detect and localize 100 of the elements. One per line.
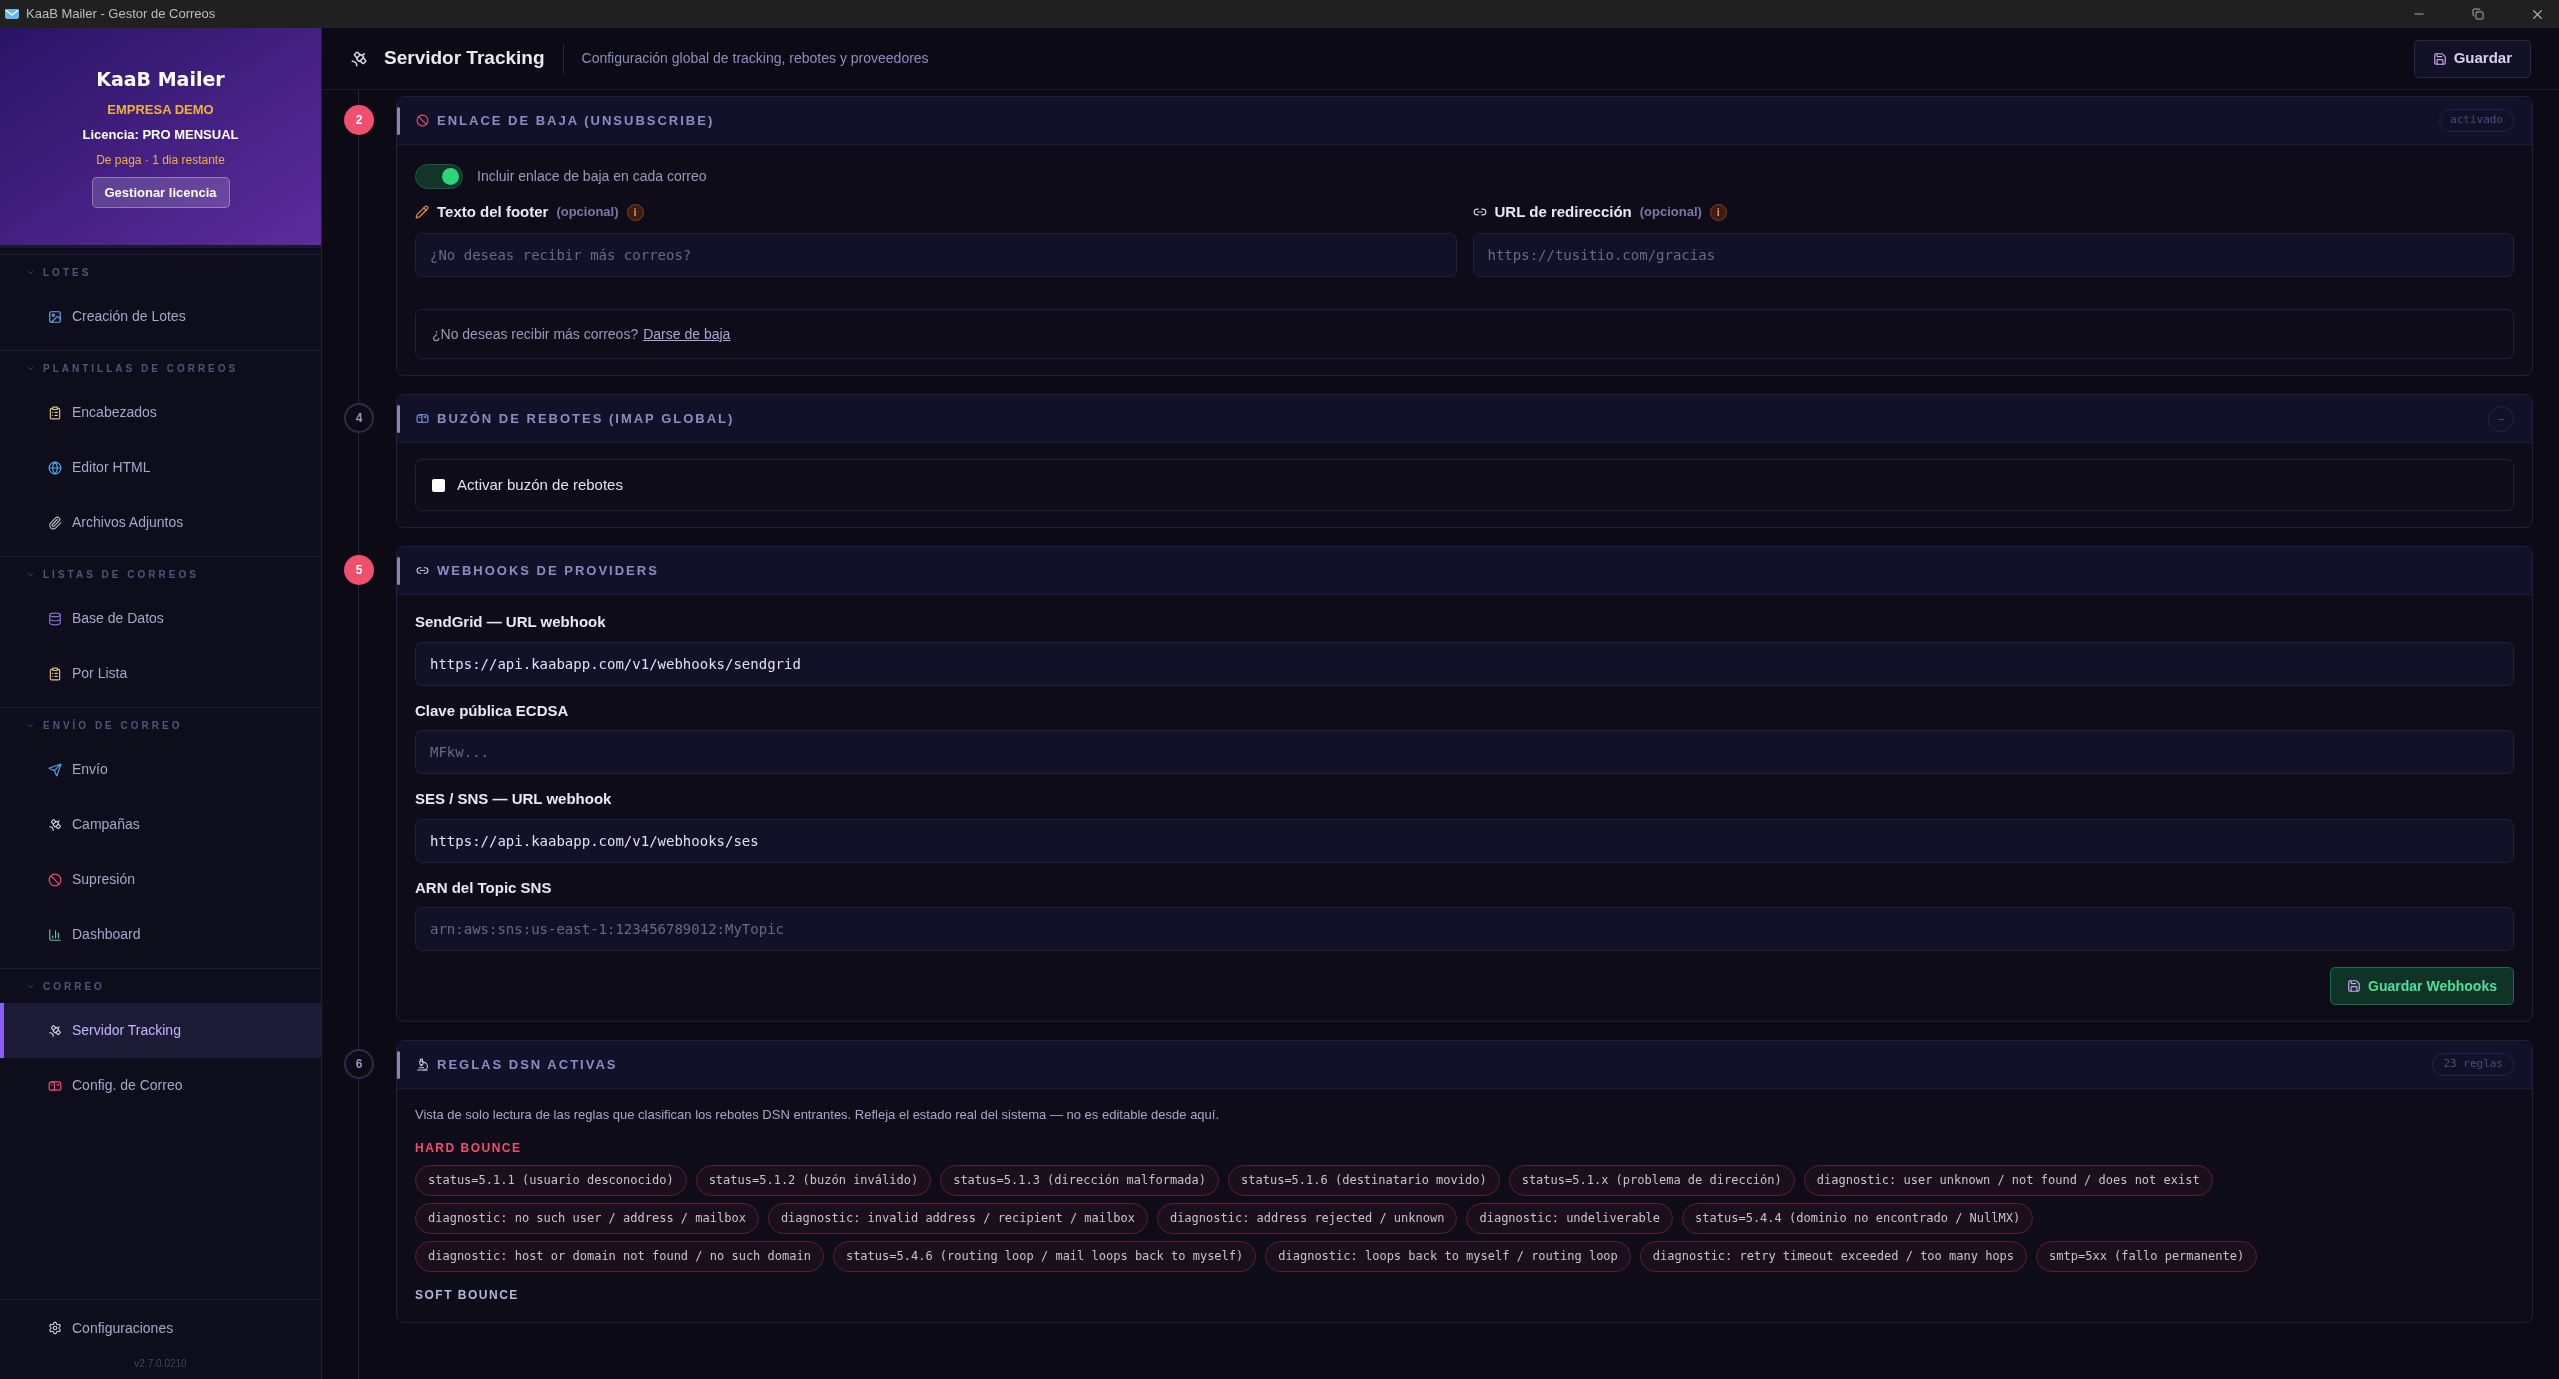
license-text: Licencia: PRO MENSUAL	[82, 126, 239, 144]
save-icon	[2432, 51, 2447, 66]
page-subtitle: Configuración global de tracking, rebotes y proveedores	[581, 49, 929, 68]
input-field[interactable]: https://api.kaabapp.com/v1/webhooks/sendgrid	[415, 641, 2514, 686]
field-label: SendGrid — URL webhook	[415, 612, 607, 632]
toggle-label: Incluir enlace de baja en cada correo	[477, 166, 707, 186]
ban-icon	[416, 114, 429, 127]
clipboard-icon	[48, 405, 62, 420]
send-icon	[48, 762, 62, 777]
status-badge: 23 reglas	[2432, 1053, 2514, 1076]
mailbox-icon	[416, 412, 429, 425]
manage-license-button[interactable]: Gestionar licencia	[91, 176, 230, 208]
sidebar-item[interactable]: Editor HTML	[0, 440, 321, 495]
input-field[interactable]: https://api.kaabapp.com/v1/webhooks/ses	[415, 818, 2514, 863]
section-title: WEBHOOKS DE PROVIDERS	[437, 561, 659, 580]
version-label: v2.7.0.0210	[134, 1357, 187, 1371]
page-title: Servidor Tracking	[384, 46, 545, 71]
rule-tag: diagnostic: undeliverable	[1466, 1202, 1674, 1234]
mailbox-icon	[48, 1078, 62, 1093]
input-field[interactable]: MFkw...	[415, 730, 2514, 774]
field-label: ARN del Topic SNS	[415, 877, 553, 898]
section-title: BUZÓN DE REBOTES (IMAP GLOBAL)	[437, 409, 735, 428]
section-description: Vista de solo lectura de las reglas que clasifican los rebotes DSN entrantes. Refleja el estado real del sistema — no es editable desde aquí.	[415, 1106, 1221, 1124]
rule-tag: diagnostic: loops back to myself / routing loop	[1265, 1240, 1631, 1272]
sidebar-item[interactable]: Dashboard	[0, 907, 321, 962]
settings-icon	[48, 1321, 62, 1335]
step-number: 6	[344, 1049, 374, 1079]
rule-tag: status=5.1.6 (destinatario movido)	[1228, 1164, 1500, 1196]
mail-icon	[4, 6, 20, 22]
field-label: URL de redirección	[1494, 201, 1632, 222]
rule-tag: status=5.4.6 (routing loop / mail loops back to myself)	[832, 1240, 1257, 1272]
sidebar-item[interactable]: Archivos Adjuntos	[0, 495, 321, 550]
rule-tag: status=5.4.4 (dominio no encontrado / NullMX)	[1682, 1202, 2034, 1234]
link-icon	[416, 564, 429, 577]
rule-tag: status=5.1.2 (buzón inválido)	[695, 1164, 932, 1196]
save-button[interactable]: Guardar	[2413, 39, 2531, 78]
microscope-icon	[416, 1058, 429, 1071]
checkbox-row[interactable]: Activar buzón de rebotes	[415, 459, 2514, 511]
field-label: Texto del footer	[437, 201, 549, 222]
status-badge: activado	[2439, 109, 2514, 132]
rule-tag: smtp=5xx (fallo permanente)	[2036, 1240, 2258, 1272]
sidebar-item[interactable]: Campañas	[0, 797, 321, 852]
rule-tag: diagnostic: host or domain not found / no such domain	[415, 1240, 824, 1272]
window-title: KaaB Mailer - Gestor de Correos	[26, 5, 216, 24]
info-icon[interactable]: i	[626, 203, 644, 221]
rule-tag: status=5.1.1 (usuario desconocido)	[415, 1164, 687, 1196]
pencil-icon	[415, 205, 429, 219]
preview-text: ¿No deseas recibir más correos?	[432, 324, 639, 344]
license-status: De paga · 1 dia restante	[96, 151, 225, 169]
checkbox-label: Activar buzón de rebotes	[457, 474, 623, 495]
save-webhooks-button[interactable]: Guardar Webhooks	[2330, 967, 2514, 1005]
unsubscribe-link[interactable]: Darse de baja	[643, 323, 731, 345]
rule-tag: status=5.1.3 (dirección malformada)	[940, 1164, 1220, 1196]
save-icon	[2347, 979, 2362, 993]
info-icon[interactable]: i	[1709, 203, 1727, 221]
section-title: REGLAS DSN ACTIVAS	[437, 1055, 618, 1074]
input-field[interactable]: https://tusitio.com/gracias	[1472, 233, 2514, 277]
link-icon	[1472, 205, 1487, 219]
optional-hint: (opcional)	[556, 203, 619, 222]
settings-item[interactable]: Configuraciones	[0, 1300, 321, 1356]
checkbox[interactable]	[432, 478, 445, 492]
satellite-icon	[48, 817, 62, 832]
input-field[interactable]: ¿No deseas recibir más correos?	[415, 233, 1457, 277]
database-icon	[48, 611, 62, 626]
sidebar-item[interactable]: Encabezados	[0, 385, 321, 440]
rule-tag: status=5.1.x (problema de dirección)	[1508, 1164, 1795, 1196]
rule-group-label: SOFT BOUNCE	[415, 1287, 519, 1302]
input-field[interactable]: arn:aws:sns:us-east-1:123456789012:MyTopic	[415, 907, 2514, 951]
clipboard-icon	[48, 666, 62, 681]
rule-tag: diagnostic: invalid address / recipient / mailbox	[767, 1202, 1148, 1234]
field-label: SES / SNS — URL webhook	[415, 789, 613, 809]
rule-tag: diagnostic: user unknown / not found / does not exist	[1803, 1164, 2213, 1196]
restore-icon[interactable]	[2472, 8, 2484, 20]
brand-title: KaaB Mailer	[96, 67, 225, 92]
company-name: EMPRESA DEMO	[107, 100, 214, 119]
sidebar-item[interactable]: Base de Datos	[0, 591, 321, 646]
step-number: 4	[344, 403, 374, 433]
image-icon	[48, 309, 62, 324]
sidebar-item[interactable]: Creación de Lotes	[0, 289, 321, 344]
sidebar-item[interactable]: Servidor Tracking	[0, 1003, 321, 1058]
ban-icon	[48, 872, 62, 887]
sidebar-item[interactable]: Supresión	[0, 852, 321, 907]
optional-hint: (opcional)	[1639, 203, 1702, 222]
rule-tag: diagnostic: retry timeout exceeded / too many hops	[1639, 1240, 2028, 1272]
bar-chart-icon	[48, 927, 62, 942]
rule-tag: diagnostic: no such user / address / mailbox	[415, 1202, 759, 1234]
step-number: 2	[344, 105, 374, 135]
toggle-switch[interactable]	[415, 163, 463, 189]
field-label: Clave pública ECDSA	[415, 700, 570, 721]
globe-icon	[48, 460, 62, 475]
sidebar-item[interactable]: Por Lista	[0, 646, 321, 701]
rule-tag: diagnostic: address rejected / unknown	[1156, 1202, 1458, 1234]
step-number: 5	[344, 555, 374, 585]
section-title: ENLACE DE BAJA (UNSUBSCRIBE)	[437, 111, 715, 130]
rule-group-label: HARD BOUNCE	[415, 1140, 522, 1155]
sidebar-item[interactable]: Envío	[0, 742, 321, 797]
paperclip-icon	[48, 515, 62, 530]
sidebar-item[interactable]: Config. de Correo	[0, 1058, 321, 1113]
satellite-icon	[350, 49, 368, 68]
satellite-icon	[48, 1023, 62, 1038]
